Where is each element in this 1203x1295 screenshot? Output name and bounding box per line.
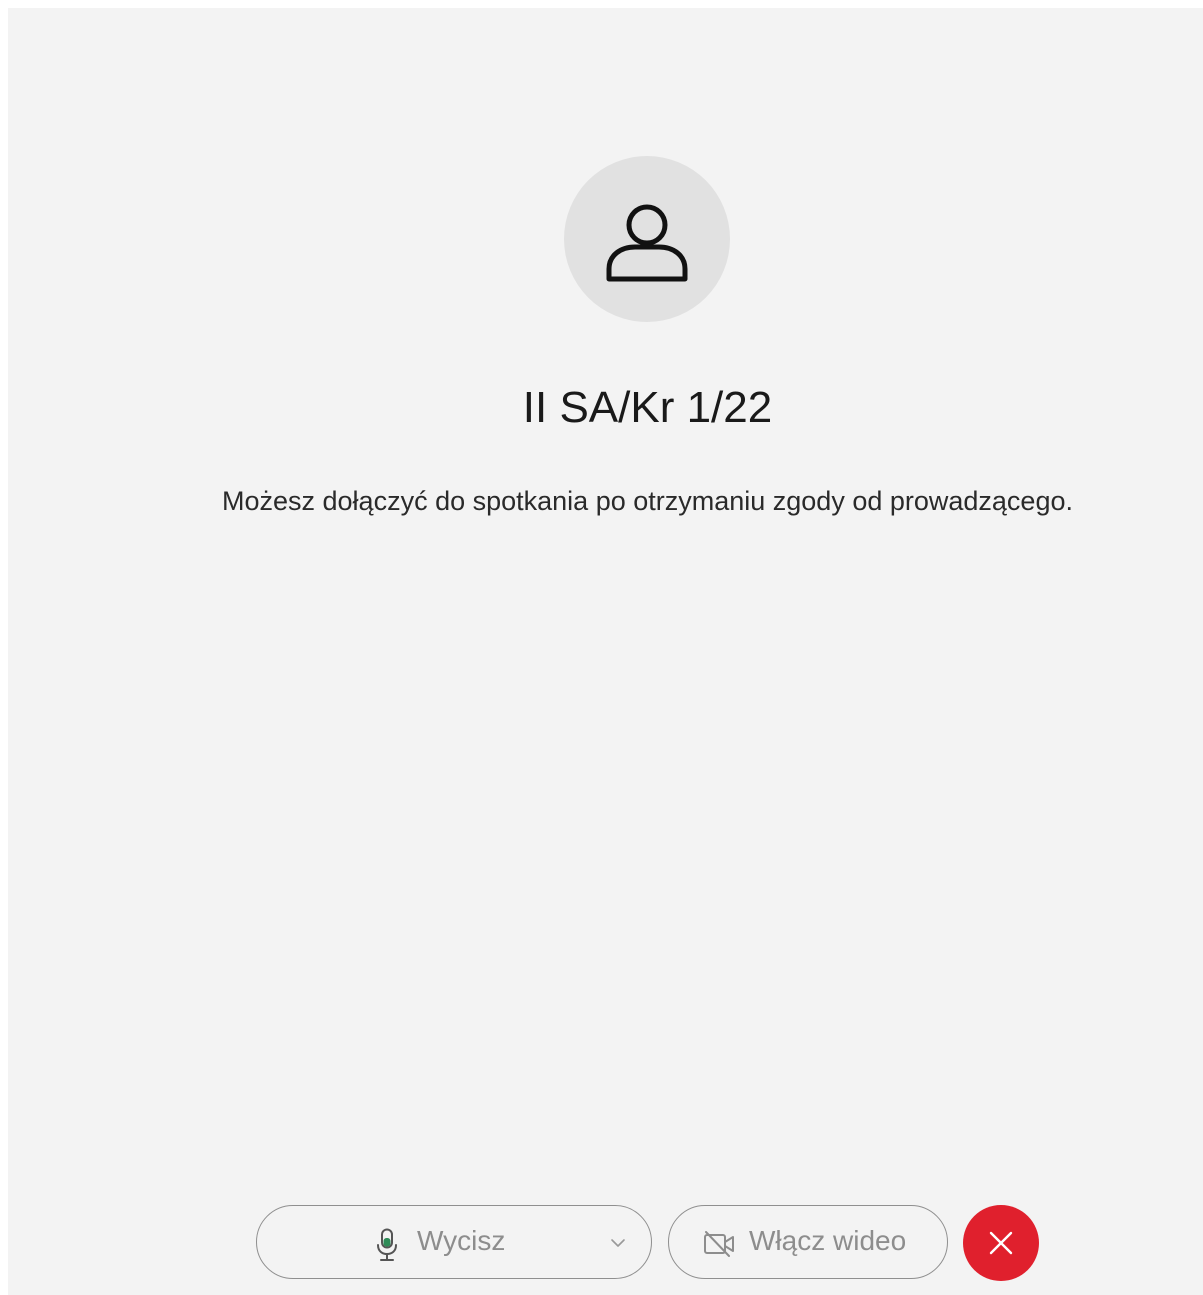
video-off-icon: [704, 1231, 734, 1257]
avatar: [564, 156, 730, 322]
chevron-down-icon[interactable]: [607, 1232, 629, 1254]
waiting-message: Możesz dołączyć do spotkania po otrzyman…: [222, 486, 1073, 516]
mute-button[interactable]: Wycisz: [256, 1205, 652, 1279]
user-icon: [606, 204, 688, 282]
leave-button[interactable]: [963, 1205, 1039, 1281]
microphone-icon: [377, 1228, 397, 1261]
video-button[interactable]: Włącz wideo: [668, 1205, 948, 1279]
close-icon: [989, 1231, 1013, 1255]
meeting-title: II SA/Kr 1/22: [522, 383, 773, 432]
mute-label: Wycisz: [417, 1225, 506, 1256]
video-label: Włącz wideo: [749, 1225, 907, 1256]
